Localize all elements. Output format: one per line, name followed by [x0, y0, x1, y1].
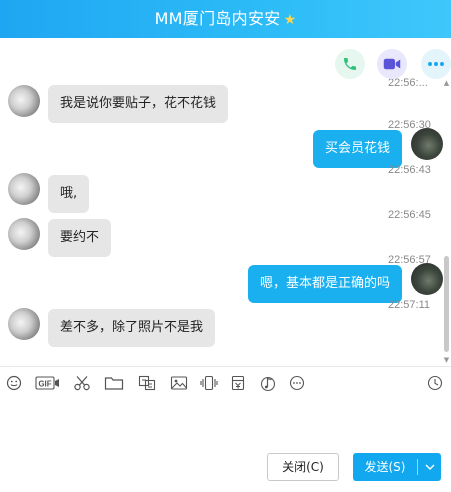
clock-icon[interactable] [425, 373, 445, 393]
message-bubble-incoming: 哦, [48, 175, 90, 213]
video-call-button[interactable] [377, 49, 407, 79]
message-timestamp: 22:56:43 [388, 164, 431, 176]
chevron-down-icon [425, 464, 434, 470]
image-icon[interactable] [169, 373, 189, 393]
scroll-up-icon[interactable]: ▲ [443, 80, 450, 87]
title-bar[interactable]: MM厦门岛内安安 ★ [0, 0, 451, 38]
voice-call-button[interactable] [335, 49, 365, 79]
message-bubble-incoming: 要约不 [48, 219, 112, 257]
sticker-icon[interactable] [137, 373, 157, 393]
friend-avatar[interactable] [8, 173, 40, 205]
divider [0, 366, 451, 367]
svg-text:GIF: GIF [38, 380, 51, 389]
scissors-icon[interactable] [72, 373, 92, 393]
emoji-icon[interactable] [5, 373, 23, 393]
folder-icon[interactable] [103, 373, 125, 393]
message-timestamp: 22:56:45 [388, 209, 431, 221]
my-avatar[interactable] [411, 128, 443, 160]
close-button[interactable]: 关闭(C) [267, 453, 339, 481]
star-icon: ★ [283, 12, 297, 28]
send-options-button[interactable] [418, 453, 441, 481]
message-bubble-incoming: 差不多，除了照片不是我 [48, 309, 216, 347]
video-icon [383, 58, 401, 70]
more-button[interactable] [421, 49, 451, 79]
phone-icon [344, 58, 356, 70]
message-bubble-incoming: 我是说你要贴子，花不花钱 [48, 85, 229, 123]
message-bubble-outgoing: 买会员花钱 [313, 130, 403, 168]
message-timestamp: 22:57:11 [388, 299, 431, 311]
scroll-down-icon[interactable]: ▼ [443, 357, 450, 364]
friend-avatar[interactable] [8, 218, 40, 250]
chat-scrollbar[interactable]: ▲ ▼ [443, 80, 450, 364]
screen-shake-icon[interactable] [199, 373, 219, 393]
send-button-label[interactable]: 发送(S) [353, 453, 417, 481]
more-circle-icon[interactable] [287, 373, 307, 393]
contact-name: MM厦门岛内安安 [154, 9, 281, 28]
friend-avatar[interactable] [8, 85, 40, 117]
message-bubble-outgoing: 嗯，基本都是正确的吗 [248, 265, 403, 303]
window-title: MM厦门岛内安安 ★ [0, 9, 451, 30]
scrollbar-thumb[interactable] [444, 256, 449, 352]
message-toolbar: GIF [0, 370, 451, 396]
send-button[interactable]: 发送(S) [353, 453, 441, 481]
music-icon[interactable] [258, 373, 278, 393]
friend-avatar[interactable] [8, 308, 40, 340]
more-dots-icon [428, 62, 444, 66]
message-input[interactable] [6, 400, 444, 446]
gif-icon[interactable]: GIF [34, 373, 62, 393]
my-avatar[interactable] [411, 263, 443, 295]
red-packet-icon[interactable] [229, 373, 247, 393]
